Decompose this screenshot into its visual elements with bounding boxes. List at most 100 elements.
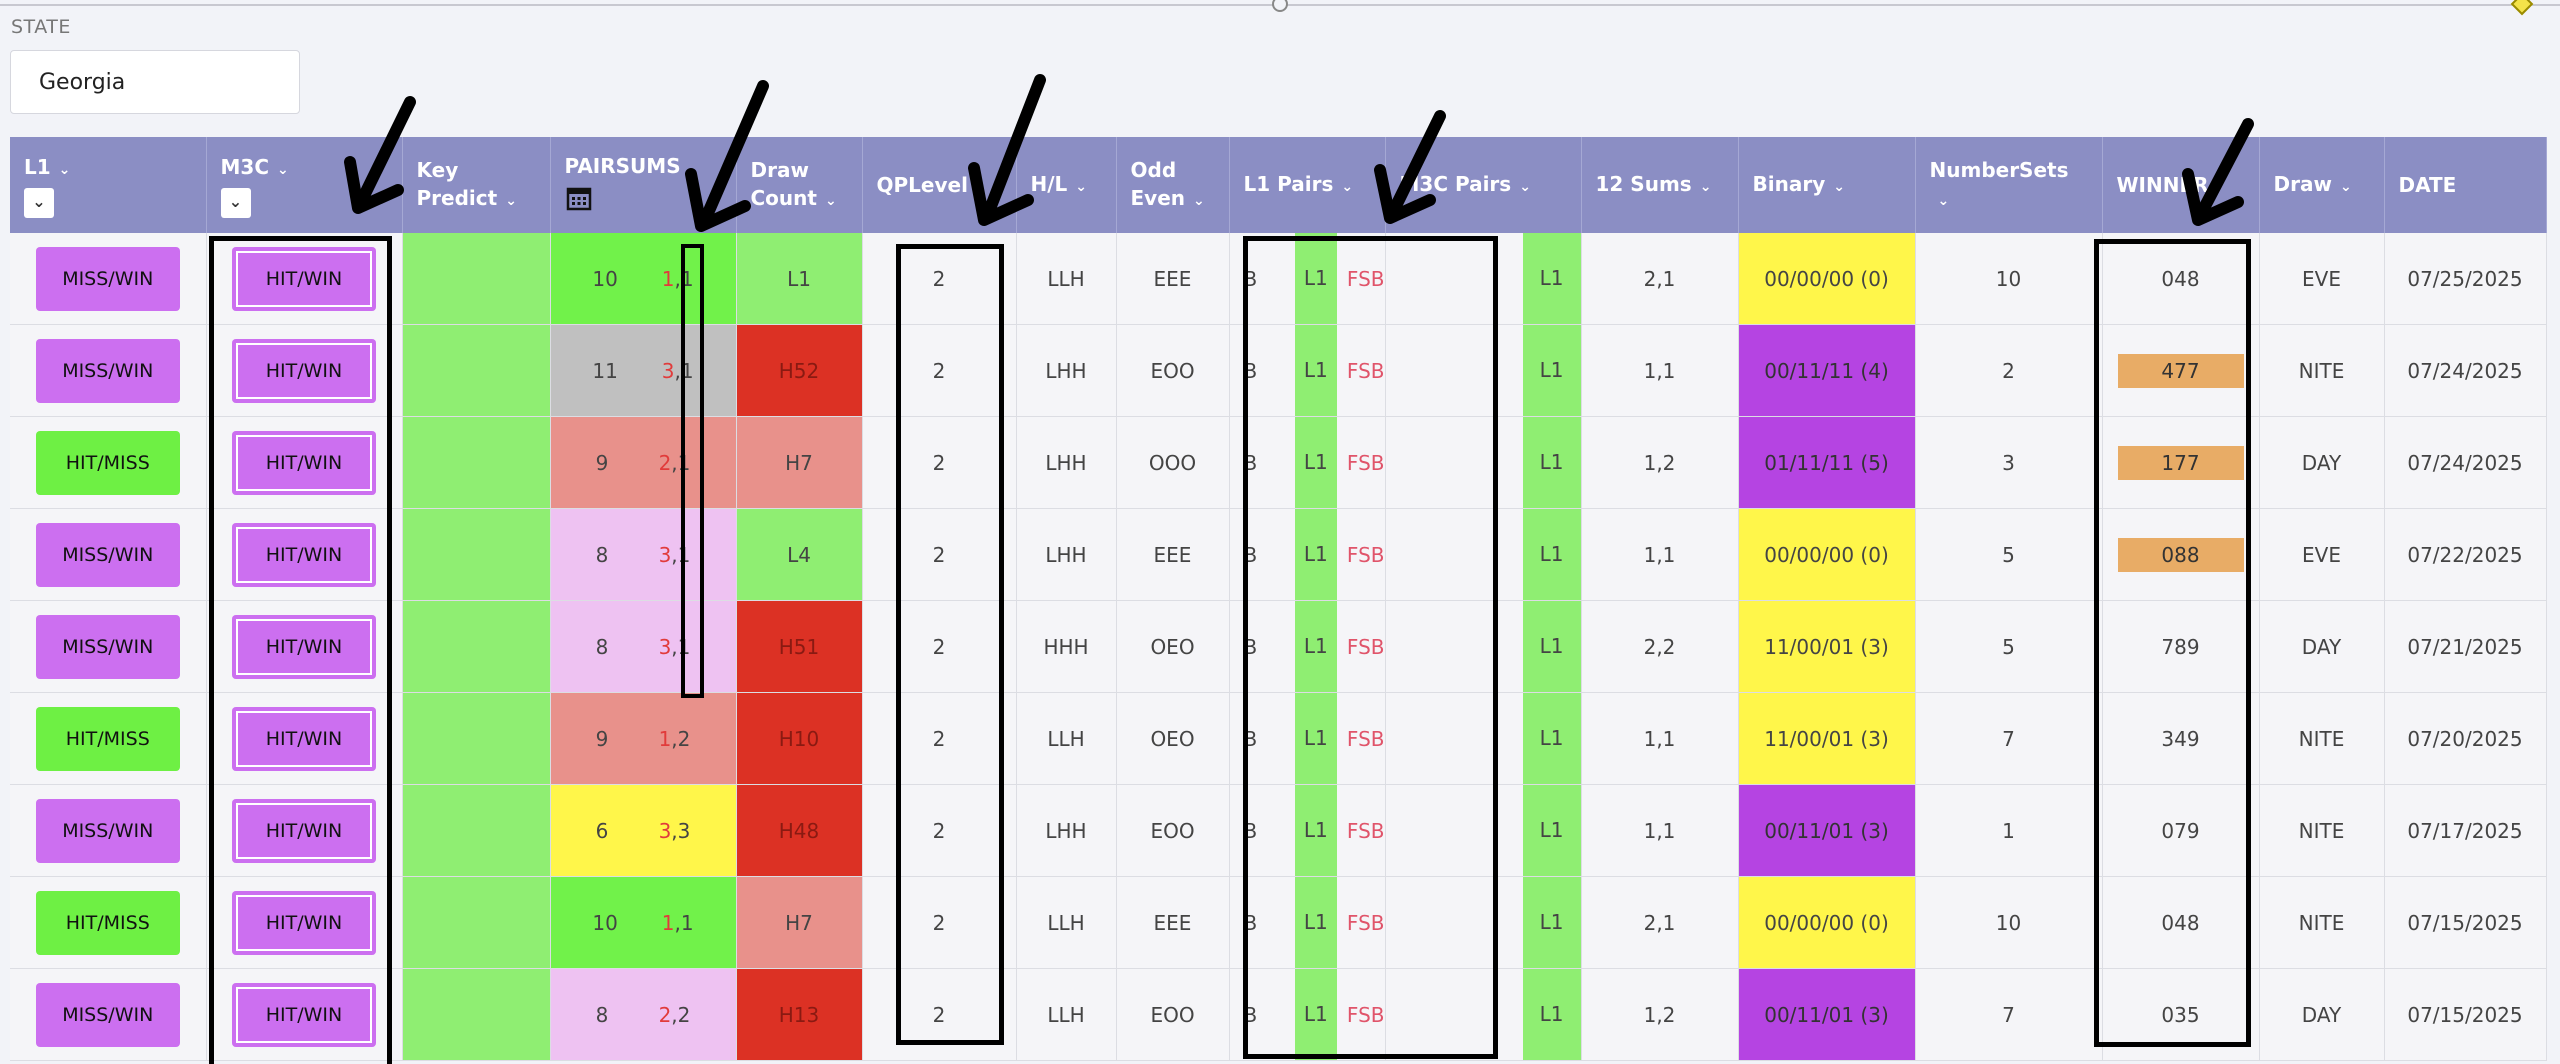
date-cell: 07/15/2025 xyxy=(2384,876,2547,969)
slider-handle[interactable] xyxy=(1272,0,1288,12)
m3c-pair-l1-value: L1 xyxy=(1522,417,1581,508)
qplevel-value: 2 xyxy=(932,818,946,843)
m3c-status-button[interactable]: HIT/WIN xyxy=(232,338,376,403)
l1-status-button[interactable]: HIT/MISS xyxy=(35,430,180,495)
col-12-sums[interactable]: 12 Sums ⌄ xyxy=(1581,137,1739,233)
m3c-status-button[interactable]: HIT/WIN xyxy=(232,522,376,587)
col-l1-pairs[interactable]: L1 Pairs ⌄ xyxy=(1229,137,1386,233)
hl-cell: LHH xyxy=(1016,508,1117,601)
col-hl[interactable]: H/L ⌄ xyxy=(1016,137,1117,233)
m3c-pairs-cell: L1 xyxy=(1385,692,1582,785)
col-draw[interactable]: Draw ⌄ xyxy=(2259,137,2385,233)
col-winner[interactable]: WINNER xyxy=(2102,137,2260,233)
winner-value: 035 xyxy=(2161,1002,2200,1027)
hl-value: LHH xyxy=(1045,450,1087,475)
sums-value: 1,2 xyxy=(1643,1002,1676,1027)
calendar-icon[interactable] xyxy=(565,184,593,212)
hl-cell: LHH xyxy=(1016,784,1117,877)
col-draw-count[interactable]: Draw Count ⌄ xyxy=(736,137,863,233)
pairsums-cell: 10 1,1 xyxy=(550,233,737,325)
m3c-status-button[interactable]: HIT/WIN xyxy=(232,614,376,679)
odd-even-cell: EOO xyxy=(1116,968,1230,1061)
state-select[interactable]: Georgia xyxy=(10,50,300,114)
l1-status-button[interactable]: MISS/WIN xyxy=(35,338,180,403)
table-body: MISS/WIN HIT/WIN 10 1,1 L1 2 LLH EEE B L1 FSB L1 2,1… xyxy=(10,233,2547,1061)
binary-cell: 11/00/01 (3) xyxy=(1738,692,1916,785)
m3c-status-button[interactable]: HIT/WIN xyxy=(232,706,376,771)
pair-b-value: B xyxy=(1243,726,1258,751)
key-predict-cell xyxy=(402,784,551,877)
l1-filter-dropdown-icon[interactable]: ⌄ xyxy=(24,187,54,218)
numbersets-cell: 5 xyxy=(1915,508,2103,601)
sums-cell: 2,1 xyxy=(1581,233,1739,325)
col-qplevel[interactable]: QPLevel xyxy=(862,137,1017,233)
l1-cell: MISS/WIN xyxy=(10,508,207,601)
pairsum-b: 2 xyxy=(677,726,691,751)
sums-cell: 2,1 xyxy=(1581,876,1739,969)
winner-value: 477 xyxy=(2117,353,2244,388)
m3c-filter-dropdown-icon[interactable]: ⌄ xyxy=(220,187,251,218)
table-row: MISS/WIN HIT/WIN 10 1,1 L1 2 LLH EEE B L1 FSB L1 2,1… xyxy=(10,233,2547,325)
pairsum-a: 1 xyxy=(658,726,672,751)
col-key-predict[interactable]: Key Predict ⌄ xyxy=(402,137,551,233)
hl-value: LLH xyxy=(1047,1002,1085,1027)
key-predict-cell xyxy=(402,600,551,693)
numbersets-cell: 10 xyxy=(1915,876,2103,969)
numbersets-cell: 5 xyxy=(1915,600,2103,693)
sums-value: 2,1 xyxy=(1643,910,1676,935)
pairsum-total: 8 xyxy=(595,634,609,659)
col-date[interactable]: DATE xyxy=(2384,137,2547,233)
date-cell: 07/25/2025 xyxy=(2384,233,2547,325)
m3c-status-button[interactable]: HIT/WIN xyxy=(232,798,376,863)
m3c-pairs-cell: L1 xyxy=(1385,233,1582,325)
col-l1[interactable]: L1 ⌄ ⌄ xyxy=(10,137,207,233)
l1-status-button[interactable]: MISS/WIN xyxy=(35,798,180,863)
draw-count-value: L4 xyxy=(787,542,811,567)
key-predict-cell xyxy=(402,968,551,1061)
odd-even-cell: OEO xyxy=(1116,600,1230,693)
pair-b-value: B xyxy=(1243,910,1258,935)
l1-status-button[interactable]: HIT/MISS xyxy=(35,706,180,771)
draw-count-cell: L4 xyxy=(736,508,863,601)
l1-status-button[interactable]: MISS/WIN xyxy=(35,614,180,679)
key-predict-cell xyxy=(402,508,551,601)
sums-cell: 1,2 xyxy=(1581,968,1739,1061)
m3c-pair-l1-value: L1 xyxy=(1522,693,1581,784)
binary-cell: 11/00/01 (3) xyxy=(1738,600,1916,693)
draw-count-value: H52 xyxy=(778,358,820,383)
col-binary[interactable]: Binary ⌄ xyxy=(1738,137,1916,233)
m3c-cell: HIT/WIN xyxy=(206,600,403,693)
l1-pairs-cell: B L1 FSB xyxy=(1229,600,1386,693)
m3c-status-button[interactable]: HIT/WIN xyxy=(232,982,376,1047)
binary-value: 00/00/00 (0) xyxy=(1764,266,1889,291)
date-value: 07/24/2025 xyxy=(2407,450,2523,475)
m3c-status-button[interactable]: HIT/WIN xyxy=(232,430,376,495)
l1-status-button[interactable]: HIT/MISS xyxy=(35,890,180,955)
l1-status-button[interactable]: MISS/WIN xyxy=(35,246,180,311)
diamond-marker-icon[interactable] xyxy=(2510,0,2534,16)
date-cell: 07/20/2025 xyxy=(2384,692,2547,785)
m3c-cell: HIT/WIN xyxy=(206,876,403,969)
col-m3c[interactable]: M3C ⌄ ⌄ xyxy=(206,137,403,233)
col-odd-even[interactable]: Odd Even ⌄ xyxy=(1116,137,1230,233)
m3c-status-button[interactable]: HIT/WIN xyxy=(232,246,376,311)
m3c-pairs-cell: L1 xyxy=(1385,968,1582,1061)
pair-fsb-value: FSB xyxy=(1346,266,1385,291)
col-numbersets[interactable]: NumberSets⌄ xyxy=(1915,137,2103,233)
date-cell: 07/21/2025 xyxy=(2384,600,2547,693)
pairsums-cell: 10 1,1 xyxy=(550,876,737,969)
binary-cell: 00/11/11 (4) xyxy=(1738,324,1916,417)
binary-cell: 00/00/00 (0) xyxy=(1738,233,1916,325)
l1-status-button[interactable]: MISS/WIN xyxy=(35,982,180,1047)
m3c-cell: HIT/WIN xyxy=(206,968,403,1061)
col-m3c-pairs[interactable]: M3C Pairs ⌄ xyxy=(1385,137,1582,233)
l1-cell: MISS/WIN xyxy=(10,233,207,325)
draw-value: DAY xyxy=(2301,1002,2342,1027)
draw-value: NITE xyxy=(2298,726,2345,751)
l1-status-button[interactable]: MISS/WIN xyxy=(35,522,180,587)
qplevel-cell: 2 xyxy=(862,233,1017,325)
m3c-status-button[interactable]: HIT/WIN xyxy=(232,890,376,955)
col-pairsums[interactable]: PAIRSUMS xyxy=(550,137,737,233)
pairsum-total: 6 xyxy=(595,818,609,843)
winner-value: 048 xyxy=(2161,910,2200,935)
